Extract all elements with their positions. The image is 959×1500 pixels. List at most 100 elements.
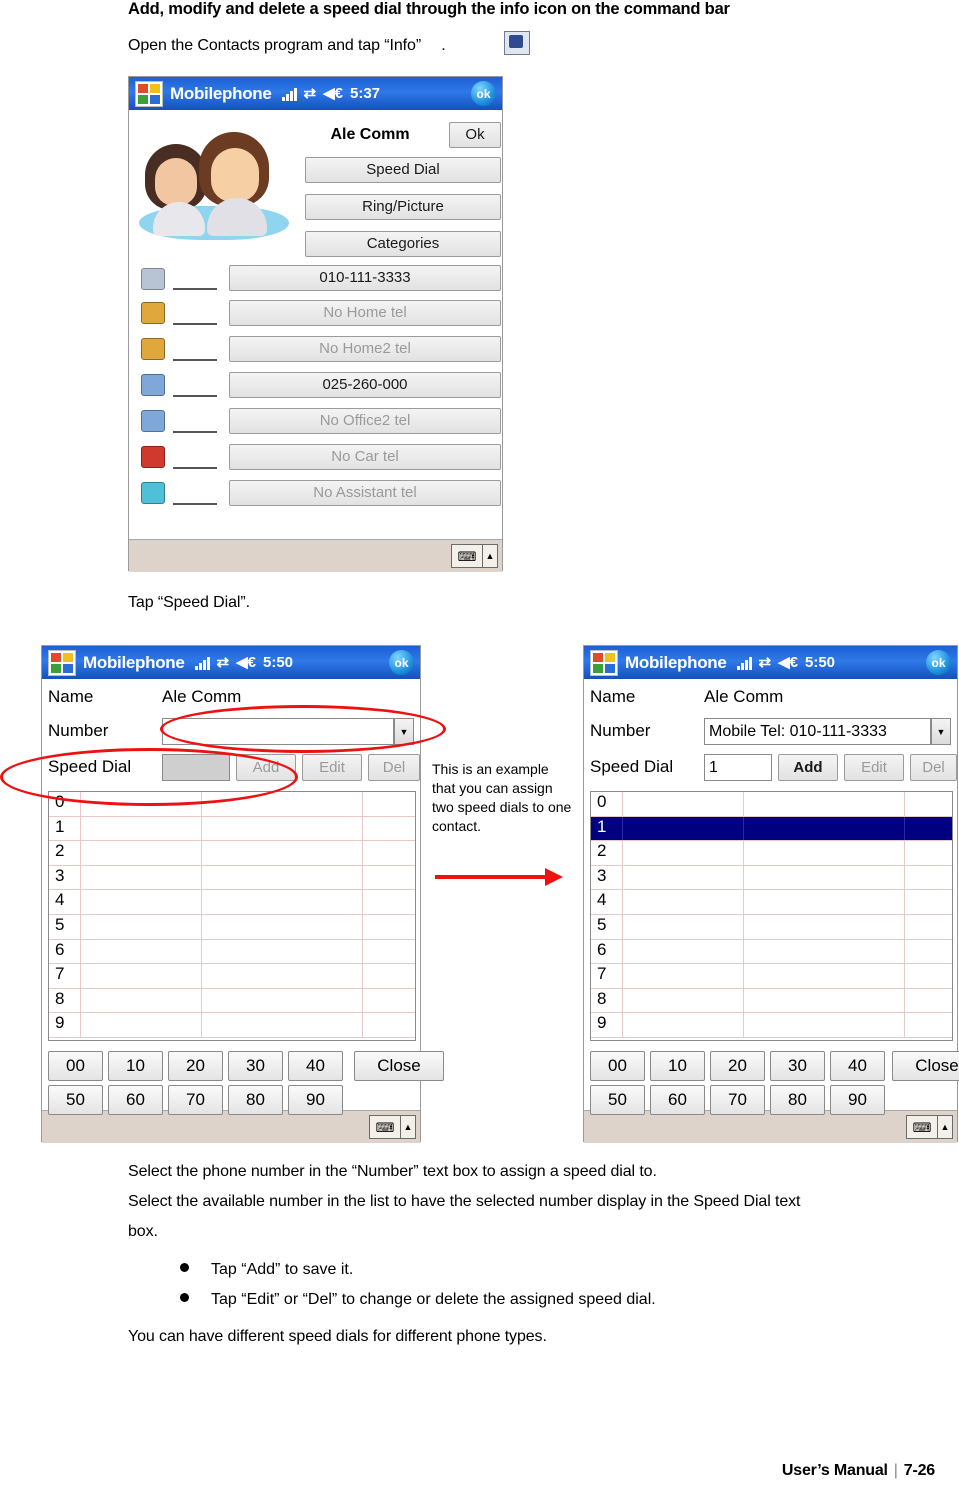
pager-60[interactable]: 60 [108,1085,163,1115]
instruction-line-2: Select the available number in the list … [128,1193,801,1210]
speed-dial-input[interactable]: 1 [704,754,772,781]
list-item: 4 [49,890,415,915]
keyboard-icon[interactable]: ⌨ [451,544,483,568]
keyboard-icon[interactable]: ⌨ [906,1115,938,1139]
list-item: 1 [49,816,415,842]
list-item: 8 [49,988,415,1014]
close-button[interactable]: Close [354,1051,444,1081]
titlebar-clock: 5:50 [263,654,294,671]
pager-20[interactable]: 20 [710,1051,765,1081]
pager-70[interactable]: 70 [168,1085,223,1115]
windows-start-icon[interactable] [135,80,163,107]
titlebar-app-name: Mobilephone [625,652,727,672]
car-tel-value[interactable]: No Car tel [229,444,501,470]
categories-button[interactable]: Categories [305,231,501,257]
connectivity-icon: ⇄ [216,654,230,671]
windows-start-icon[interactable] [590,649,618,676]
del-button[interactable]: Del [368,754,420,781]
list-item: 2 [49,841,415,866]
ok-badge[interactable]: ok [926,650,951,675]
number-label: Number [590,721,651,740]
pager-40[interactable]: 40 [830,1051,885,1081]
keyboard-icon[interactable]: ⌨ [369,1115,401,1139]
office-tel-value[interactable]: 025-260-000 [229,372,501,398]
list-item: 0 [591,792,952,817]
mobile-tel-value[interactable]: 010-111-3333 [229,265,501,291]
pager-00[interactable]: 00 [48,1051,103,1081]
name-label: Name [48,687,94,706]
field-separator [173,359,217,361]
assistant-tel-value[interactable]: No Assistant tel [229,480,501,506]
pager-00[interactable]: 00 [590,1051,645,1081]
add-button[interactable]: Add [236,754,296,781]
pager-80[interactable]: 80 [228,1085,283,1115]
close-button[interactable]: Close [892,1051,959,1081]
number-input[interactable] [162,718,394,745]
field-separator [173,431,217,433]
field-separator [173,467,217,469]
ok-button[interactable]: Ok [449,122,501,148]
list-item-index: 9 [591,1013,623,1037]
pager-30[interactable]: 30 [770,1051,825,1081]
office2-tel-value[interactable]: No Office2 tel [229,408,501,434]
pager-60[interactable]: 60 [650,1085,705,1115]
pager-40[interactable]: 40 [288,1051,343,1081]
home2-tel-value[interactable]: No Home2 tel [229,336,501,362]
pager-90[interactable]: 90 [830,1085,885,1115]
home-tel-value[interactable]: No Home tel [229,300,501,326]
office-icon [141,374,165,396]
edit-button[interactable]: Edit [302,754,362,781]
pager-30[interactable]: 30 [228,1051,283,1081]
chevron-up-icon[interactable]: ▲ [401,1115,416,1139]
list-item: 7 [591,964,952,989]
ring-picture-button[interactable]: Ring/Picture [305,194,501,220]
titlebar: Mobilephone ⇄ ◀€ 5:37 ok [129,77,502,110]
volume-icon: ◀€ [236,654,256,671]
titlebar: Mobilephone ⇄ ◀€ 5:50 ok [42,646,420,679]
list-item: 6 [49,939,415,965]
titlebar: Mobilephone ⇄ ◀€ 5:50 ok [584,646,957,679]
speed-dial-input[interactable] [162,754,230,781]
ok-badge[interactable]: ok [389,650,414,675]
list-item-index: 5 [591,914,623,939]
pager-10[interactable]: 10 [108,1051,163,1081]
list-item-index: 7 [49,964,81,988]
pager-70[interactable]: 70 [710,1085,765,1115]
add-button[interactable]: Add [778,754,838,781]
list-item: 3 [591,865,952,891]
pager-90[interactable]: 90 [288,1085,343,1115]
bullet-item: Tap “Add” to save it. [180,1261,353,1279]
pager-80[interactable]: 80 [770,1085,825,1115]
screenshot-speed-dial-assigned: Mobilephone ⇄ ◀€ 5:50 ok Name Ale Comm N… [583,645,959,1143]
list-item-index: 5 [49,914,81,939]
del-button[interactable]: Del [910,754,957,781]
pager-10[interactable]: 10 [650,1051,705,1081]
list-item-index: 9 [49,1013,81,1037]
office2-icon [141,410,165,432]
ok-badge[interactable]: ok [471,81,496,106]
list-item: 9 [591,1013,952,1038]
pager-20[interactable]: 20 [168,1051,223,1081]
list-item: 0 [49,792,415,817]
field-separator [173,323,217,325]
windows-start-icon[interactable] [48,649,76,676]
screenshot-contact-info: Mobilephone ⇄ ◀€ 5:37 ok Ale Comm Ok Spe… [128,76,503,572]
pager-50[interactable]: 50 [48,1085,103,1115]
speed-dial-list[interactable]: 0 1 2 3 4 5 6 7 8 9 [590,791,953,1041]
mobile-phone-icon [141,268,165,290]
number-input[interactable]: Mobile Tel: 010-111-3333 [704,718,931,745]
chevron-down-icon[interactable]: ▼ [394,718,414,745]
contact-name: Ale Comm [330,126,410,143]
chevron-down-icon[interactable]: ▼ [931,718,951,745]
footer-manual-label: User’s Manual [781,1462,888,1479]
edit-button[interactable]: Edit [844,754,904,781]
chevron-up-icon[interactable]: ▲ [938,1115,953,1139]
speed-dial-button[interactable]: Speed Dial [305,157,501,183]
list-item: 5 [591,914,952,940]
pager-50[interactable]: 50 [590,1085,645,1115]
speed-dial-list[interactable]: 0 1 2 3 4 5 6 7 8 9 [48,791,416,1041]
instruction-line-2b: box. [128,1223,158,1240]
chevron-up-icon[interactable]: ▲ [483,544,498,568]
number-label: Number [48,721,109,740]
list-item-index: 7 [591,964,623,988]
